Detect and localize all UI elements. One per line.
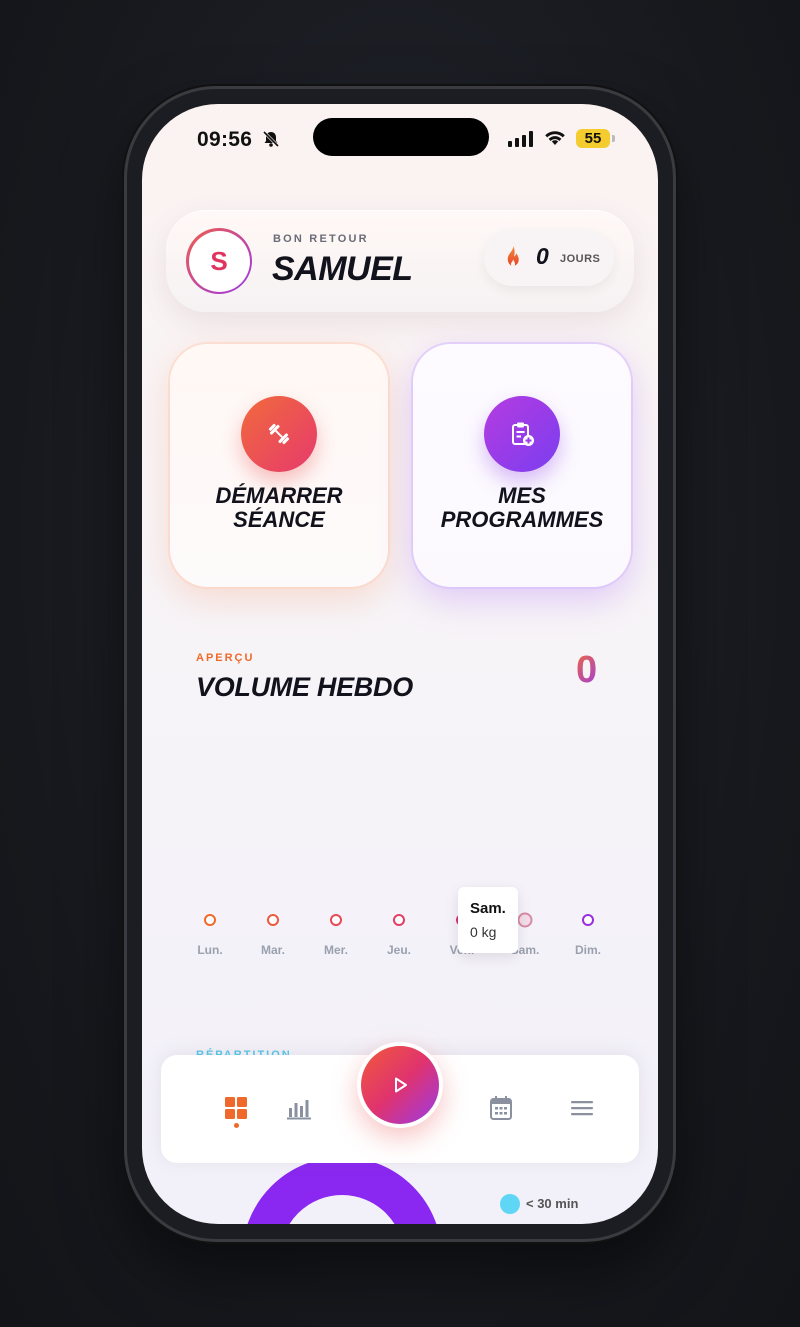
- duration-donut-chart: [242, 1157, 442, 1224]
- tooltip-value: 0 kg: [470, 924, 497, 940]
- play-button-face: [361, 1046, 439, 1124]
- dashboard-icon: [225, 1097, 247, 1119]
- streak-unit: JOURS: [560, 253, 601, 265]
- chart-tooltip: Sam. 0 kg: [458, 887, 518, 953]
- chart-point-sam[interactable]: [517, 912, 533, 928]
- avatar[interactable]: S: [186, 228, 252, 294]
- chart-point-lun[interactable]: [204, 914, 216, 926]
- dumbbell-icon: [241, 396, 317, 472]
- tooltip-day: Sam.: [470, 900, 506, 917]
- chart-point-mer[interactable]: [330, 914, 342, 926]
- app-screen: 09:56 55 S BON RETOUR SAMUEL 0 JOURS DÉM…: [142, 104, 658, 1224]
- status-time: 09:56: [197, 128, 253, 151]
- tab-dashboard[interactable]: [216, 1088, 256, 1128]
- battery-indicator: 55: [576, 129, 615, 148]
- chart-point-mar[interactable]: [267, 914, 279, 926]
- chart-x-label: Mar.: [261, 943, 285, 957]
- user-name: SAMUEL: [272, 250, 413, 288]
- menu-icon: [571, 1101, 593, 1116]
- clipboard-add-icon: [484, 396, 560, 472]
- flame-icon: [507, 246, 519, 267]
- legend-label: < 30 min: [526, 1196, 579, 1211]
- streak-count: 0: [536, 243, 549, 269]
- wifi-icon: [545, 131, 565, 145]
- legend-dot: [500, 1194, 520, 1214]
- chart-x-label: Lun.: [197, 943, 222, 957]
- chart-x-label: Dim.: [575, 943, 601, 957]
- stats-icon: [287, 1100, 311, 1120]
- weekly-total: 0: [576, 649, 598, 691]
- play-icon: [395, 1077, 407, 1093]
- tab-menu[interactable]: [562, 1088, 602, 1128]
- active-tab-indicator: [234, 1123, 239, 1128]
- signal-icon: [508, 131, 533, 147]
- calendar-icon: [490, 1096, 512, 1120]
- chart-x-label: Jeu.: [387, 943, 411, 957]
- my-programs-button[interactable]: MES PROGRAMMES: [413, 344, 631, 587]
- my-programs-label: MES PROGRAMMES: [440, 483, 604, 532]
- start-session-button[interactable]: DÉMARRER SÉANCE: [170, 344, 388, 587]
- overview-title: VOLUME HEBDO: [196, 672, 413, 702]
- welcome-card: S BON RETOUR SAMUEL 0 JOURS: [166, 210, 634, 312]
- avatar-initial: S: [188, 230, 250, 292]
- bell-muted-icon: [262, 130, 280, 148]
- quick-start-button[interactable]: [357, 1042, 443, 1128]
- chart-point-jeu[interactable]: [393, 914, 405, 926]
- start-session-label: DÉMARRER SÉANCE: [215, 483, 343, 532]
- weekly-volume-chart: Lun.Mar.Mer.Jeu.Ven.Sam.Dim.: [197, 912, 601, 957]
- chart-point-dim[interactable]: [582, 914, 594, 926]
- tab-stats[interactable]: [279, 1088, 319, 1128]
- dynamic-island: [313, 118, 489, 156]
- overview-label: APERÇU: [196, 652, 255, 664]
- streak-badge[interactable]: 0 JOURS: [484, 230, 614, 286]
- chart-x-label: Mer.: [324, 943, 348, 957]
- welcome-label: BON RETOUR: [273, 233, 369, 245]
- tab-calendar[interactable]: [481, 1088, 521, 1128]
